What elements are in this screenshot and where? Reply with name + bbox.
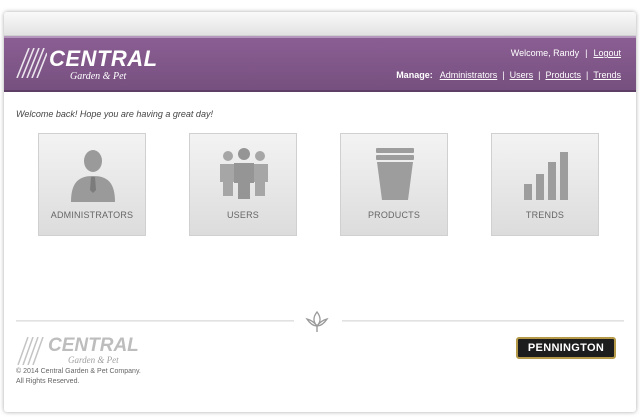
manage-label: Manage: [396,70,433,80]
nav-products-link[interactable]: Products [545,70,581,80]
logo-stripes-icon [16,48,47,78]
administrators-tile[interactable]: ADMINISTRATORS [38,133,146,236]
footer-logo-tagline: Garden & Pet [68,355,119,365]
copyright-line: © 2014 Central Garden & Pet Company. [16,368,141,375]
nav-users-link[interactable]: Users [510,70,534,80]
copyright-text: © 2014 Central Garden & Pet Company. All… [16,367,141,387]
logo-wordmark: CENTRAL [49,46,158,71]
users-icon [220,148,268,199]
footer-logo[interactable]: CENTRAL Garden & Pet [16,335,146,369]
welcome-message: Welcome back! Hope you are having a grea… [16,109,213,119]
administrator-icon [71,150,115,202]
fleur-ornament-icon [305,310,329,332]
user-area: Welcome, Randy | Logout [510,48,621,58]
top-bar [4,12,636,36]
central-logo[interactable]: CENTRAL Garden & Pet [15,46,158,86]
footer-logo-stripes-icon [17,337,44,365]
nav-administrators-link[interactable]: Administrators [440,70,498,80]
tile-label: ADMINISTRATORS [50,210,134,220]
tile-label: USERS [226,210,259,220]
footer-logo-wordmark: CENTRAL [48,335,139,356]
products-tile[interactable]: PRODUCTS [340,133,448,236]
manage-nav: Manage: Administrators | Users | Products | Tr… [396,70,621,80]
logo-tagline: Garden & Pet [70,71,127,82]
tile-label: TRENDS [525,210,565,220]
pennington-logo[interactable]: PENNINGTON [516,337,616,359]
logout-link[interactable]: Logout [593,48,621,58]
products-icon [376,148,414,200]
footer-divider-right [342,320,624,322]
footer-divider-left [16,320,294,322]
users-tile[interactable]: USERS [189,133,297,236]
tile-label: PRODUCTS [367,210,421,220]
browser-frame: CENTRAL Garden & Pet Welcome, Randy | Logo… [4,12,636,412]
trends-tile[interactable]: TRENDS [491,133,599,236]
welcome-user-text: Welcome, Randy [510,48,580,58]
trends-icon [524,152,568,200]
site-header: CENTRAL Garden & Pet Welcome, Randy | Logo… [4,36,636,92]
nav-trends-link[interactable]: Trends [593,70,621,80]
rights-line: All Rights Reserved. [16,378,80,385]
